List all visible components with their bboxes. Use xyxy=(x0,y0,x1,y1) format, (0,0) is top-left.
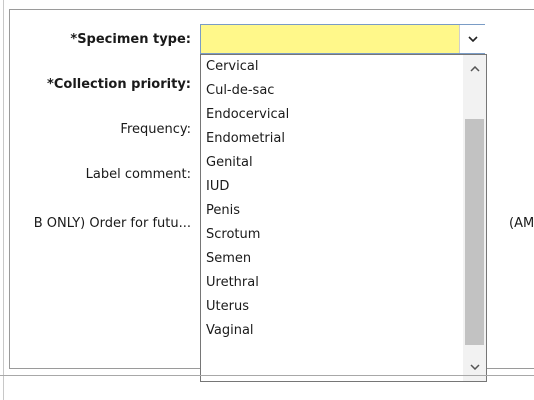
dropdown-option[interactable]: Penis xyxy=(201,199,459,223)
frequency-label: Frequency: xyxy=(120,122,191,137)
dropdown-scrollbar[interactable] xyxy=(463,55,486,381)
dropdown-option[interactable]: Scrotum xyxy=(201,223,459,247)
dropdown-option[interactable]: Cul-de-sac xyxy=(201,79,459,103)
scroll-up-button[interactable] xyxy=(463,57,486,81)
specimen-type-field[interactable] xyxy=(201,25,459,53)
scroll-up-arrow-icon xyxy=(469,66,480,72)
scroll-down-arrow-icon xyxy=(469,364,480,370)
truncated-right-text: (AM xyxy=(509,216,534,231)
window-left-edge xyxy=(3,0,4,400)
specimen-type-label: *Specimen type: xyxy=(70,32,191,47)
dropdown-option[interactable]: Endometrial xyxy=(201,127,459,151)
combo-dropdown-button[interactable] xyxy=(459,25,485,53)
dropdown-option[interactable]: Cervical xyxy=(201,55,459,79)
specimen-type-combobox[interactable] xyxy=(200,24,485,54)
scroll-thumb[interactable] xyxy=(465,119,484,345)
order-for-future-label: B ONLY) Order for futu... xyxy=(33,216,191,231)
collection-priority-label: *Collection priority: xyxy=(47,77,191,92)
bottom-divider xyxy=(0,375,534,376)
dropdown-option[interactable]: Vaginal xyxy=(201,319,459,343)
specimen-type-dropdown-list[interactable]: Cervical Cul-de-sac Endocervical Endometria… xyxy=(200,54,487,382)
dropdown-option[interactable]: Semen xyxy=(201,247,459,271)
dropdown-option[interactable]: IUD xyxy=(201,175,459,199)
dropdown-option[interactable]: Genital xyxy=(201,151,459,175)
label-comment-label: Label comment: xyxy=(85,167,191,182)
dropdown-option[interactable]: Endocervical xyxy=(201,103,459,127)
option-list: Cervical Cul-de-sac Endocervical Endometria… xyxy=(201,55,459,343)
dropdown-option[interactable]: Urethral xyxy=(201,271,459,295)
chevron-down-icon xyxy=(467,36,478,42)
dropdown-option[interactable]: Uterus xyxy=(201,295,459,319)
